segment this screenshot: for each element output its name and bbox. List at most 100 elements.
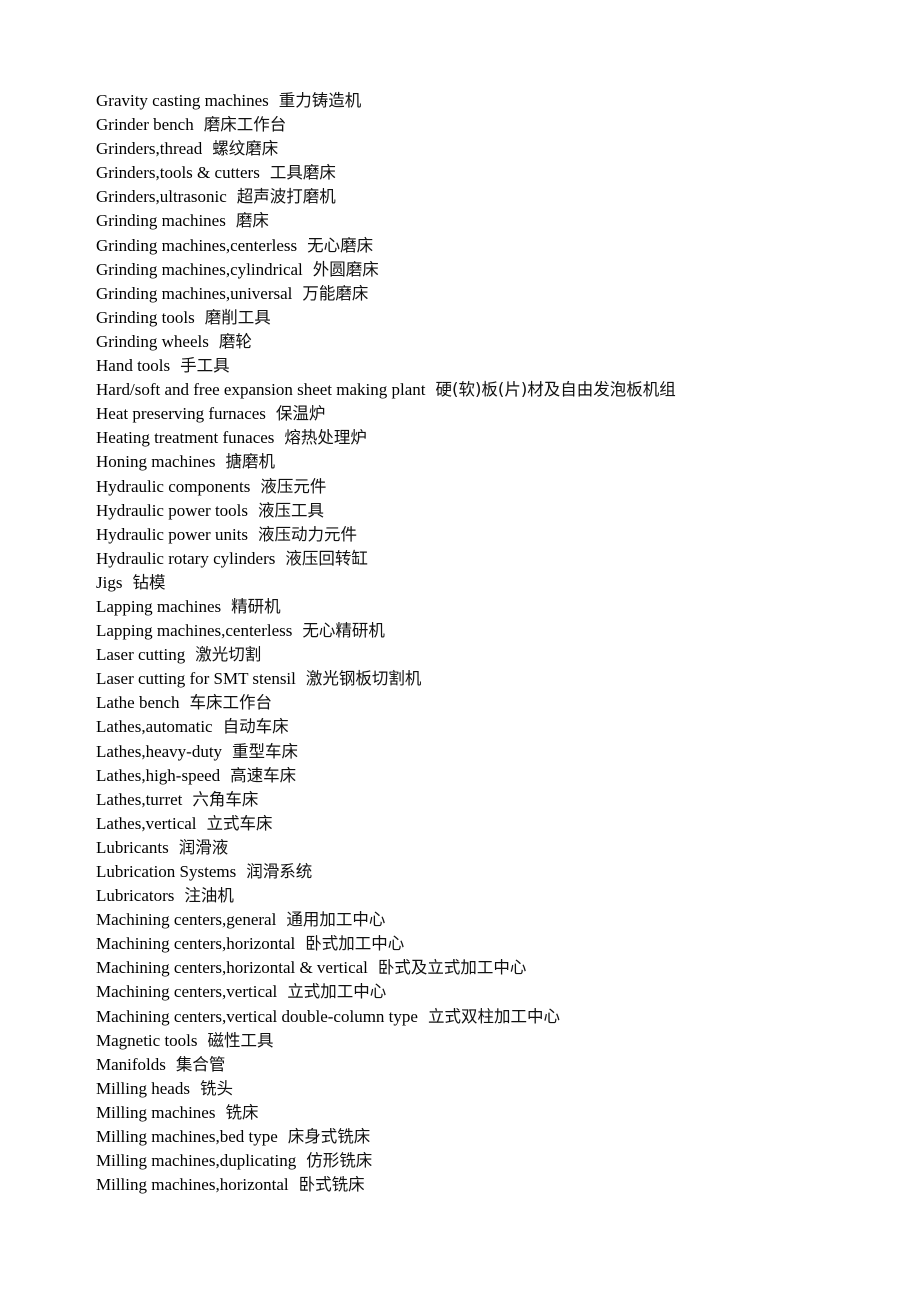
chinese-term: 车床工作台 bbox=[189, 693, 273, 713]
chinese-term: 钻模 bbox=[132, 572, 166, 592]
chinese-term: 工具磨床 bbox=[269, 163, 336, 183]
chinese-term: 通用加工中心 bbox=[286, 910, 386, 930]
glossary-entry: Lathes,heavy-duty 重型车床 bbox=[96, 740, 876, 764]
glossary-entry: Machining centers,horizontal & vertical 卧… bbox=[96, 956, 876, 980]
chinese-term: 床身式铣床 bbox=[287, 1127, 371, 1147]
english-term: Machining centers,horizontal bbox=[96, 934, 296, 954]
glossary-entry: Machining centers,general 通用加工中心 bbox=[96, 908, 876, 932]
english-term: Magnetic tools bbox=[96, 1030, 198, 1050]
english-term: Lubricants bbox=[96, 837, 169, 857]
chinese-term: 高速车床 bbox=[230, 765, 297, 785]
chinese-term: 集合管 bbox=[175, 1054, 226, 1074]
english-term: Lathes,vertical bbox=[96, 813, 197, 833]
chinese-term: 螺纹磨床 bbox=[212, 139, 279, 159]
glossary-entry: Manifolds 集合管 bbox=[96, 1053, 876, 1077]
english-term: Grinding machines bbox=[96, 211, 226, 231]
glossary-entry: Grinding machines,universal 万能磨床 bbox=[96, 282, 876, 306]
english-term: Grinding machines,centerless bbox=[96, 235, 298, 255]
chinese-term: 自动车床 bbox=[222, 717, 289, 737]
glossary-entry: Lapping machines 精研机 bbox=[96, 595, 876, 619]
glossary-entry: Grinding machines,cylindrical 外圆磨床 bbox=[96, 258, 876, 282]
glossary-entry: Lubricators 注油机 bbox=[96, 884, 876, 908]
chinese-term: 卧式及立式加工中心 bbox=[377, 958, 527, 978]
english-term: Lathes,turret bbox=[96, 789, 183, 809]
glossary-entry: Lathes,high-speed 高速车床 bbox=[96, 764, 876, 788]
english-term: Manifolds bbox=[96, 1054, 166, 1074]
chinese-term: 手工具 bbox=[180, 356, 230, 376]
chinese-term: 卧式加工中心 bbox=[305, 934, 405, 954]
glossary-list: Gravity casting machines 重力铸造机 Grinder ben… bbox=[96, 89, 876, 1197]
glossary-entry: Hand tools 手工具 bbox=[96, 354, 876, 378]
chinese-term: 立式双柱加工中心 bbox=[427, 1006, 560, 1026]
chinese-term: 超声波打磨机 bbox=[236, 187, 336, 207]
english-term: Lathes,automatic bbox=[96, 717, 213, 737]
chinese-term: 润滑液 bbox=[178, 837, 229, 857]
english-term: Lapping machines,centerless bbox=[96, 621, 293, 641]
english-term: Hydraulic power tools bbox=[96, 500, 249, 520]
glossary-entry: Laser cutting for SMT stensil 激光钢板切割机 bbox=[96, 667, 876, 691]
english-term: Milling machines,bed type bbox=[96, 1127, 278, 1147]
chinese-term: 精研机 bbox=[231, 596, 281, 616]
english-term: Grinding tools bbox=[96, 307, 195, 327]
chinese-term: 注油机 bbox=[184, 886, 234, 906]
glossary-entry: Lubrication Systems 润滑系统 bbox=[96, 860, 876, 884]
chinese-term: 六角车床 bbox=[192, 789, 259, 809]
chinese-term: 磨轮 bbox=[218, 331, 252, 351]
glossary-entry: Grinding wheels 磨轮 bbox=[96, 330, 876, 354]
english-term: Milling machines bbox=[96, 1102, 216, 1122]
english-term: Laser cutting bbox=[96, 645, 186, 665]
english-term: Lubricators bbox=[96, 886, 175, 906]
english-term: Hand tools bbox=[96, 356, 171, 376]
chinese-term: 重型车床 bbox=[232, 741, 299, 761]
chinese-term: 激光钢板切割机 bbox=[305, 669, 422, 689]
chinese-term: 磨床工作台 bbox=[203, 115, 287, 135]
chinese-term: 液压动力元件 bbox=[258, 524, 358, 544]
chinese-term: 磨床 bbox=[235, 211, 269, 231]
english-term: Laser cutting for SMT stensil bbox=[96, 669, 296, 689]
english-term: Heating treatment funaces bbox=[96, 428, 275, 448]
english-term: Grinders,tools & cutters bbox=[96, 163, 260, 183]
english-term: Grinders,thread bbox=[96, 139, 203, 159]
english-term: Grinding machines,universal bbox=[96, 283, 293, 303]
english-term: Grinding wheels bbox=[96, 331, 209, 351]
glossary-entry: Grinding machines 磨床 bbox=[96, 209, 876, 233]
english-term: Grinder bench bbox=[96, 115, 194, 135]
glossary-entry: Milling heads 铣头 bbox=[96, 1077, 876, 1101]
english-term: Machining centers,vertical bbox=[96, 982, 278, 1002]
glossary-entry: Milling machines,bed type 床身式铣床 bbox=[96, 1125, 876, 1149]
english-term: Milling heads bbox=[96, 1078, 190, 1098]
english-term: Grinders,ultrasonic bbox=[96, 187, 227, 207]
glossary-entry: Lathes,vertical 立式车床 bbox=[96, 812, 876, 836]
glossary-entry: Lapping machines,centerless 无心精研机 bbox=[96, 619, 876, 643]
chinese-term: 立式车床 bbox=[206, 813, 273, 833]
chinese-term: 无心磨床 bbox=[307, 235, 374, 255]
glossary-entry: Grinders,thread 螺纹磨床 bbox=[96, 137, 876, 161]
chinese-term: 无心精研机 bbox=[302, 621, 385, 641]
glossary-entry: Gravity casting machines 重力铸造机 bbox=[96, 89, 876, 113]
english-term: Lapping machines bbox=[96, 596, 222, 616]
glossary-entry: Honing machines 搪磨机 bbox=[96, 450, 876, 474]
chinese-term: 磁性工具 bbox=[207, 1030, 274, 1050]
english-term: Honing machines bbox=[96, 452, 216, 472]
glossary-entry: Grinders,tools & cutters 工具磨床 bbox=[96, 161, 876, 185]
english-term: Machining centers,vertical double-column… bbox=[96, 1006, 418, 1026]
english-term: Lathes,high-speed bbox=[96, 765, 221, 785]
glossary-entry: Hydraulic power units 液压动力元件 bbox=[96, 523, 876, 547]
glossary-entry: Jigs 钻模 bbox=[96, 571, 876, 595]
chinese-term: 保温炉 bbox=[275, 404, 326, 424]
english-term: Lubrication Systems bbox=[96, 862, 237, 881]
chinese-term: 液压工具 bbox=[258, 500, 325, 520]
glossary-entry: Lathes,automatic 自动车床 bbox=[96, 715, 876, 739]
chinese-term: 铣床 bbox=[225, 1102, 259, 1122]
english-term: Machining centers,horizontal & vertical bbox=[96, 958, 368, 978]
glossary-entry: Milling machines 铣床 bbox=[96, 1101, 876, 1125]
glossary-entry: Grinders,ultrasonic 超声波打磨机 bbox=[96, 185, 876, 209]
chinese-term: 立式加工中心 bbox=[287, 982, 387, 1002]
glossary-entry: Hydraulic power tools 液压工具 bbox=[96, 499, 876, 523]
english-term: Gravity casting machines bbox=[96, 91, 269, 110]
chinese-term: 熔热处理炉 bbox=[284, 428, 367, 448]
glossary-entry: Machining centers,vertical double-column… bbox=[96, 1005, 876, 1029]
glossary-entry: Heat preserving furnaces 保温炉 bbox=[96, 402, 876, 426]
chinese-term: 重力铸造机 bbox=[278, 91, 362, 110]
glossary-entry: Lathes,turret 六角车床 bbox=[96, 788, 876, 812]
